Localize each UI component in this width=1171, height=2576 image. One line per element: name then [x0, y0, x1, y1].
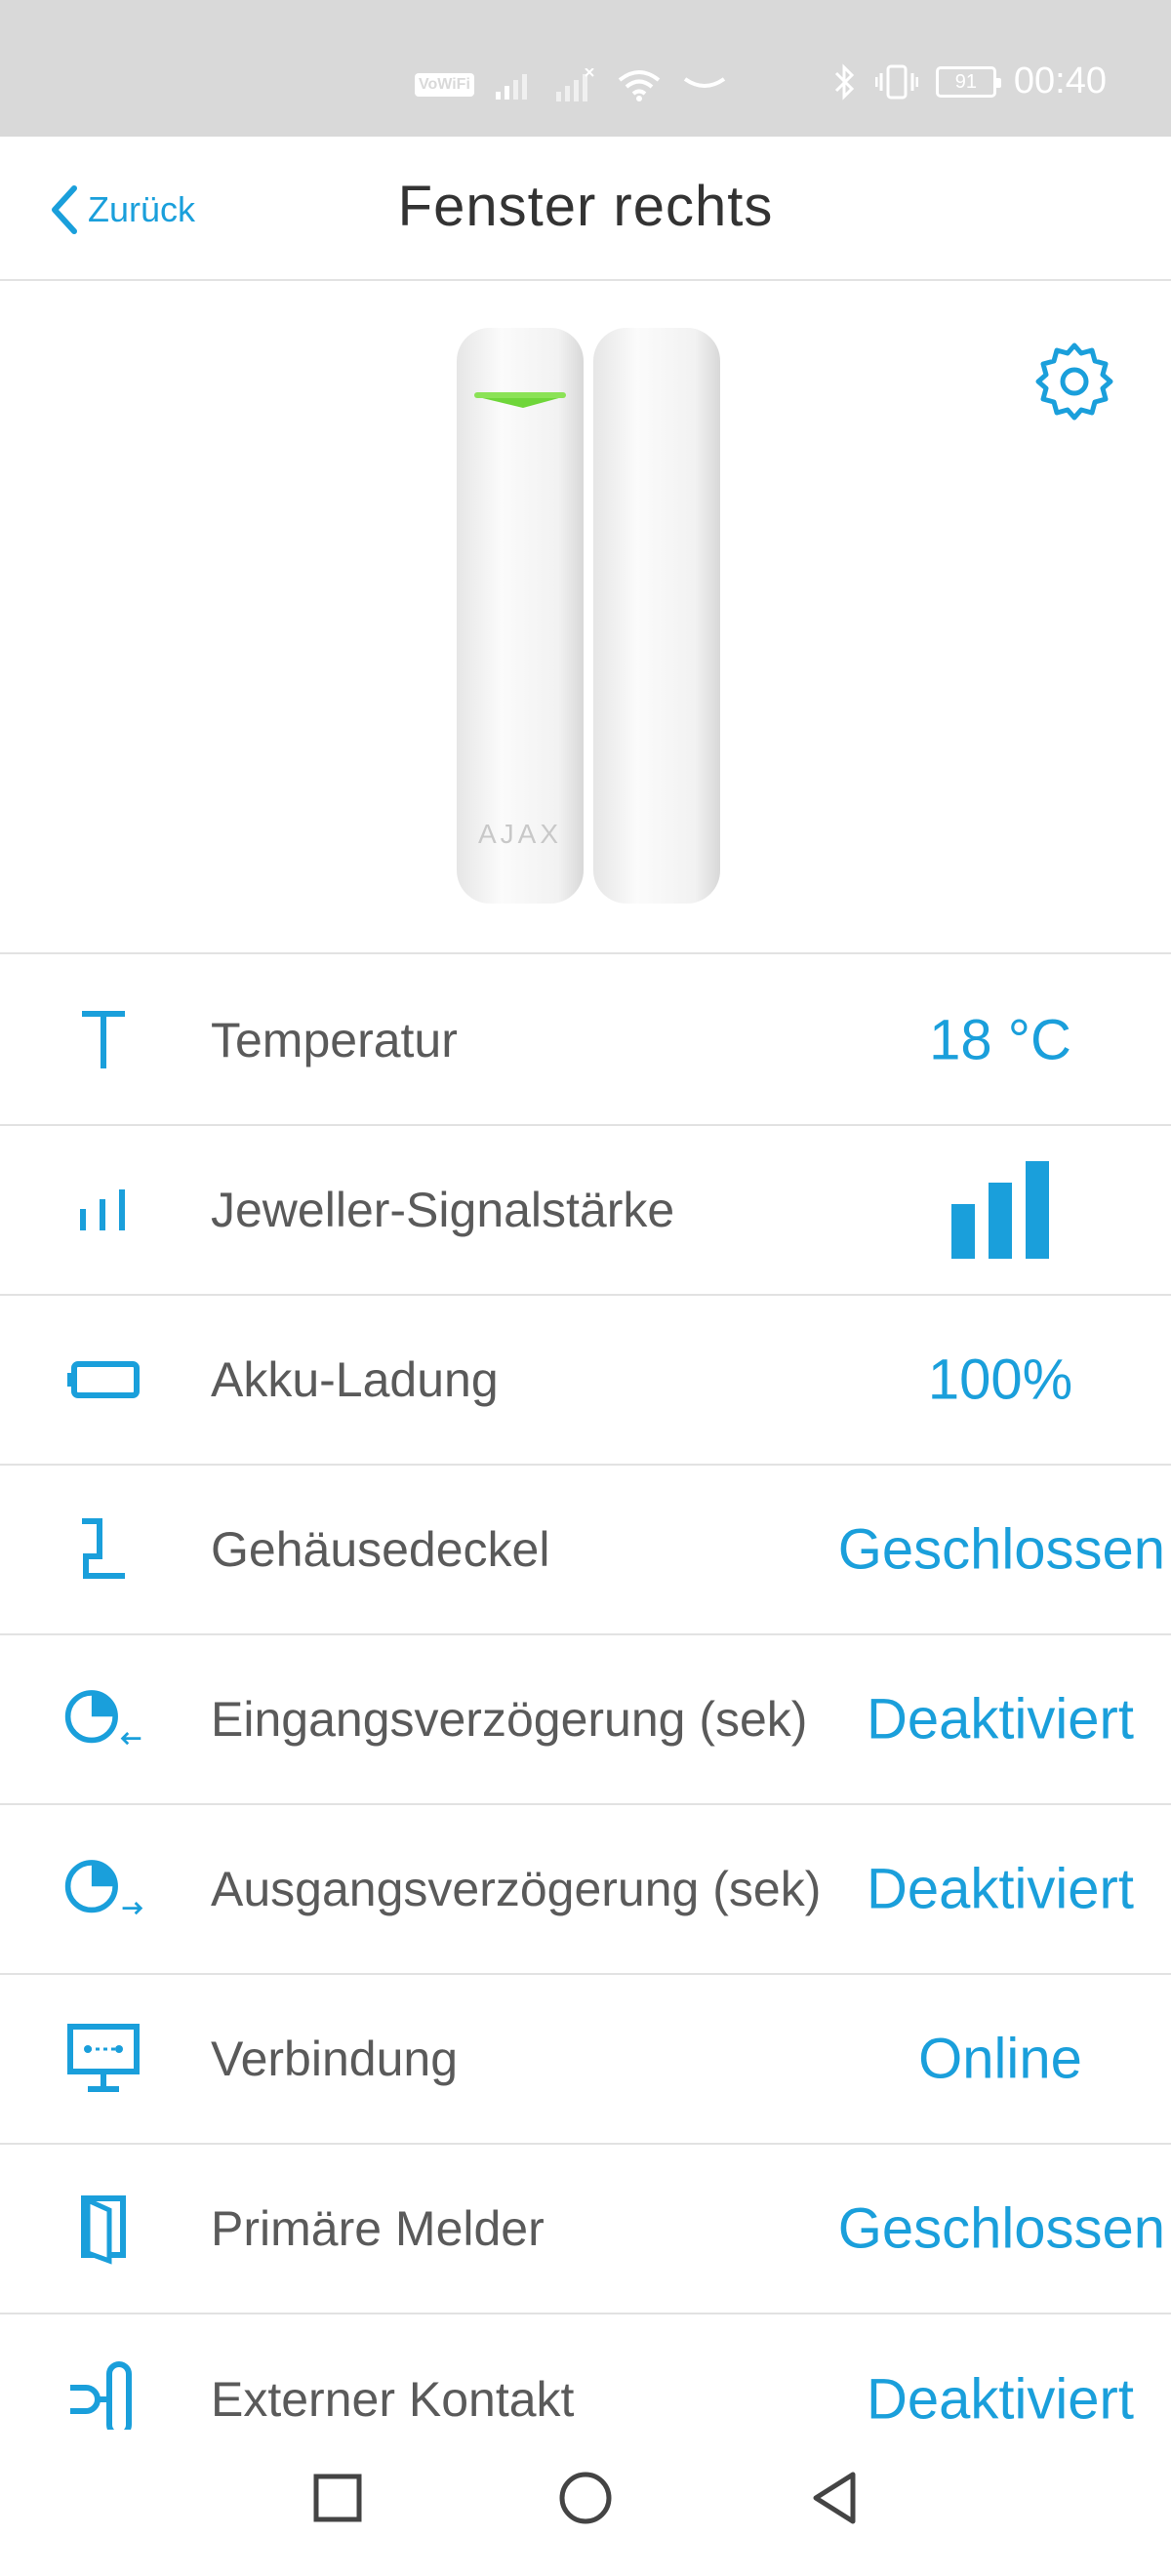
row-battery: Akku-Ladung 100% — [0, 1296, 1171, 1466]
vowifi-badge: VoWiFi — [415, 73, 474, 97]
battery-indicator: 91 — [935, 65, 1001, 98]
system-nav-bar — [0, 2430, 1171, 2576]
battery-icon — [62, 1339, 144, 1421]
page-title: Fenster rechts — [397, 175, 774, 238]
external-contact-icon — [62, 2358, 144, 2440]
row-label: Akku-Ladung — [211, 1352, 499, 1407]
row-tamper-lid: Gehäusedeckel Geschlossen — [0, 1466, 1171, 1635]
vibrate-icon — [874, 64, 918, 99]
primary-detector-icon — [62, 2188, 144, 2270]
back-triangle-icon[interactable] — [796, 2459, 874, 2537]
row-temperature: Temperatur 18 °C — [0, 956, 1171, 1126]
wifi-icon — [618, 70, 661, 101]
row-label: Temperatur — [211, 1013, 458, 1067]
temperature-icon — [62, 999, 144, 1081]
row-entry-delay: Eingangsverzögerung (sek) Deaktiviert — [0, 1635, 1171, 1805]
row-value: 18 °C — [929, 1008, 1071, 1072]
brand-mark: AJAX — [478, 819, 562, 849]
row-label: Jeweller-Signalstärke — [211, 1183, 675, 1237]
row-label: Ausgangsverzögerung (sek) — [211, 1862, 822, 1916]
row-label: Primäre Melder — [211, 2201, 545, 2256]
row-exit-delay: Ausgangsverzögerung (sek) Deaktiviert — [0, 1805, 1171, 1975]
clock: 00:40 — [1013, 60, 1107, 101]
row-value: Geschlossen — [837, 1517, 1165, 1582]
row-label: Externer Kontakt — [211, 2372, 575, 2427]
row-value: Online — [918, 2027, 1082, 2091]
row-value: Deaktiviert — [867, 1687, 1134, 1751]
device-hero: AJAX — [0, 283, 1171, 954]
door-sensor-image: AJAX — [457, 328, 720, 904]
row-signal-strength: Jeweller-Signalstärke — [0, 1126, 1171, 1296]
signal-bars-graphic — [951, 1161, 1049, 1259]
status-right: 91 00:40 — [832, 60, 1107, 102]
signal-strength-icon — [62, 1169, 144, 1251]
row-value: Geschlossen — [837, 2196, 1165, 2261]
row-label: Eingangsverzögerung (sek) — [211, 1692, 808, 1747]
row-primary-detector: Primäre Melder Geschlossen — [0, 2145, 1171, 2314]
connection-icon — [62, 2018, 144, 2100]
recents-square-icon[interactable] — [299, 2459, 377, 2537]
hotspot-icon — [683, 77, 726, 88]
tamper-lid-icon — [62, 1509, 144, 1590]
row-label: Verbindung — [211, 2032, 459, 2086]
row-value: Deaktiviert — [867, 2367, 1134, 2432]
device-status-list: Temperatur 18 °C Jeweller-Signalstärke A… — [0, 956, 1171, 2484]
status-bar: VoWiFi 91 00:40 — [0, 0, 1171, 137]
row-value: Deaktiviert — [867, 1857, 1134, 1921]
entry-delay-icon — [62, 1678, 144, 1760]
settings-gear-icon[interactable] — [1032, 340, 1116, 423]
exit-delay-icon — [62, 1848, 144, 1930]
app-header: Zurück Fenster rechts — [0, 137, 1171, 281]
row-value: 100% — [927, 1348, 1073, 1412]
row-connection: Verbindung Online — [0, 1975, 1171, 2145]
home-circle-icon[interactable] — [546, 2459, 625, 2537]
bluetooth-icon — [834, 62, 855, 101]
cell-signal-2-icon — [555, 68, 594, 101]
status-left: VoWiFi — [415, 68, 726, 101]
cell-signal-icon — [495, 74, 527, 100]
row-label: Gehäusedeckel — [211, 1522, 550, 1577]
